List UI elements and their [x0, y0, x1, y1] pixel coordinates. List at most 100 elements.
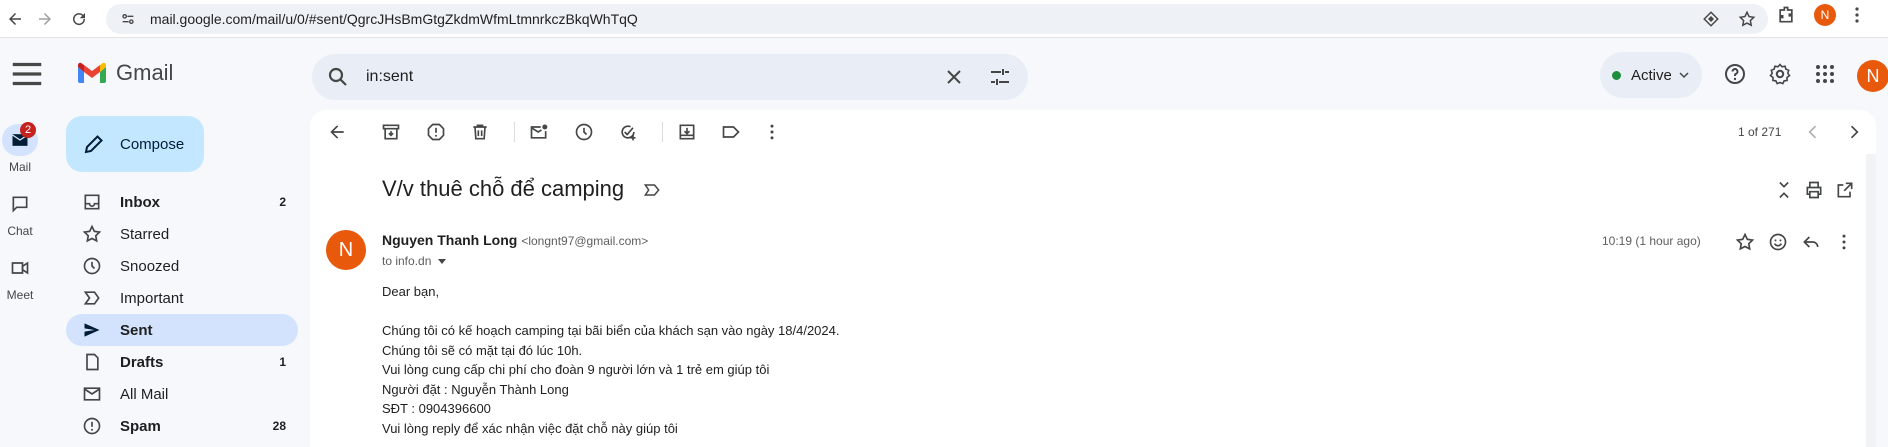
account-avatar[interactable]: N: [1857, 60, 1888, 92]
spam-report-icon: [82, 416, 102, 436]
video-camera-icon: [2, 252, 38, 284]
sidebar-item-snoozed[interactable]: Snoozed: [66, 250, 298, 282]
url-text: mail.google.com/mail/u/0/#sent/QgrcJHsBm…: [150, 11, 638, 27]
emoji-reaction-icon[interactable]: [1768, 232, 1788, 252]
gmail-wordmark: Gmail: [116, 60, 174, 85]
mail-unread-badge: 2: [20, 122, 36, 138]
clock-icon: [82, 256, 102, 276]
older-chevron-right-icon[interactable]: [1844, 122, 1864, 142]
important-marker-icon: [82, 288, 102, 308]
chat-icon: [2, 188, 38, 220]
caret-down-icon[interactable]: [437, 256, 447, 266]
sidebar-item-label: Snoozed: [120, 257, 180, 275]
browser-toolbar: mail.google.com/mail/u/0/#sent/QgrcJHsBm…: [0, 0, 1888, 38]
reply-icon[interactable]: [1801, 232, 1821, 252]
send-icon: [82, 320, 102, 340]
rail-item-mail[interactable]: 2 Mail: [0, 122, 40, 174]
message-timestamp: 10:19 (1 hour ago): [1602, 234, 1701, 248]
scrollbar[interactable]: [1866, 154, 1876, 447]
pencil-icon: [82, 132, 106, 156]
collapse-all-icon[interactable]: [1774, 180, 1794, 200]
help-icon[interactable]: [1723, 62, 1747, 86]
gmail-m-icon: [77, 62, 107, 83]
rail-item-chat[interactable]: Chat: [0, 188, 40, 238]
move-to-icon[interactable]: [677, 122, 697, 142]
back-arrow-icon[interactable]: [327, 122, 347, 142]
sidebar-item-starred[interactable]: Starred: [66, 218, 298, 250]
sender-avatar[interactable]: N: [326, 230, 366, 270]
search-bar: [312, 54, 1028, 100]
rail-item-meet[interactable]: Meet: [0, 252, 40, 302]
status-selector[interactable]: Active: [1600, 52, 1702, 98]
sender-name[interactable]: Nguyen Thanh Long: [382, 232, 517, 248]
browser-back-icon[interactable]: [0, 4, 30, 34]
main-menu-icon[interactable]: [8, 55, 46, 93]
sidebar-item-label: Drafts: [120, 353, 164, 371]
settings-gear-icon[interactable]: [1768, 62, 1792, 86]
more-options-icon[interactable]: [762, 122, 782, 142]
apps-grid-icon[interactable]: [1813, 62, 1837, 86]
password-manager-icon[interactable]: [1702, 10, 1720, 28]
archive-icon[interactable]: [381, 122, 401, 142]
browser-menu-icon[interactable]: [1854, 6, 1860, 24]
sidebar-item-label: All Mail: [120, 385, 169, 403]
label-tag-icon[interactable]: [721, 122, 741, 142]
sidebar-item-drafts[interactable]: Drafts 1: [66, 346, 298, 378]
search-options-icon[interactable]: [988, 65, 1012, 89]
compose-button[interactable]: Compose: [66, 116, 204, 172]
sidebar-item-inbox[interactable]: Inbox 2: [66, 186, 298, 218]
star-message-icon[interactable]: [1735, 232, 1755, 252]
star-icon: [82, 224, 102, 244]
print-icon[interactable]: [1804, 180, 1824, 200]
open-new-window-icon[interactable]: [1835, 180, 1855, 200]
gmail-logo[interactable]: Gmail: [76, 60, 173, 86]
inbox-icon: [82, 192, 102, 212]
browser-profile-avatar[interactable]: N: [1814, 4, 1836, 26]
newer-chevron-left-icon[interactable]: [1803, 122, 1823, 142]
delete-trash-icon[interactable]: [470, 122, 490, 142]
draft-file-icon: [82, 352, 102, 372]
important-label-icon[interactable]: [642, 180, 662, 200]
snooze-clock-icon[interactable]: [574, 122, 594, 142]
search-icon[interactable]: [326, 65, 350, 89]
sidebar-item-count: 1: [279, 355, 286, 369]
body-line: Chúng tôi có kế hoạch camping tại bãi bi…: [382, 323, 840, 338]
browser-reload-icon[interactable]: [64, 4, 94, 34]
message-panel: 1 of 271 V/v thuê chỗ để camping N Nguye…: [310, 110, 1876, 447]
bookmark-star-icon[interactable]: [1738, 10, 1756, 28]
add-task-icon[interactable]: [618, 122, 638, 142]
sender-email: <longnt97@gmail.com>: [521, 234, 649, 248]
site-settings-icon[interactable]: [120, 11, 136, 27]
sidebar-item-all-mail[interactable]: All Mail: [66, 378, 298, 410]
compose-label: Compose: [120, 135, 185, 153]
recipients-text: to info.dn: [382, 254, 432, 268]
recipients-line[interactable]: to info.dn: [382, 254, 447, 268]
body-line: Dear bạn,: [382, 284, 440, 299]
message-more-icon[interactable]: [1834, 232, 1854, 252]
report-spam-icon[interactable]: [426, 122, 446, 142]
sidebar-item-sent[interactable]: Sent: [66, 314, 298, 346]
rail-chat-label: Chat: [7, 224, 33, 238]
chevron-down-icon: [1678, 69, 1690, 81]
gmail-header: Gmail Active N: [0, 38, 1888, 110]
mark-unread-icon[interactable]: [529, 122, 549, 142]
toolbar-divider: [514, 122, 515, 142]
sidebar-item-important[interactable]: Important: [66, 282, 298, 314]
status-label: Active: [1631, 66, 1672, 84]
rail-meet-label: Meet: [6, 288, 34, 302]
mail-icon: 2: [2, 122, 38, 156]
clear-search-icon[interactable]: [942, 65, 966, 89]
search-input[interactable]: [366, 68, 926, 86]
sidebar-item-label: Spam: [120, 417, 161, 435]
sidebar-item-spam[interactable]: Spam 28: [66, 410, 298, 442]
sidebar-item-count: 2: [279, 195, 286, 209]
sidebar-item-count: 28: [272, 419, 286, 433]
sidebar-nav: Inbox 2 Starred Snoozed Important Sent D…: [66, 186, 298, 442]
sidebar-item-label: Inbox: [120, 193, 160, 211]
sidebar-item-label: Sent: [120, 321, 153, 339]
message-body: Dear bạn, Chúng tôi có kế hoạch camping …: [382, 282, 839, 438]
address-bar[interactable]: mail.google.com/mail/u/0/#sent/QgrcJHsBm…: [106, 4, 1768, 34]
app-rail: 2 Mail Chat Meet: [0, 110, 56, 447]
browser-forward-icon[interactable]: [30, 4, 60, 34]
extensions-icon[interactable]: [1776, 5, 1796, 25]
